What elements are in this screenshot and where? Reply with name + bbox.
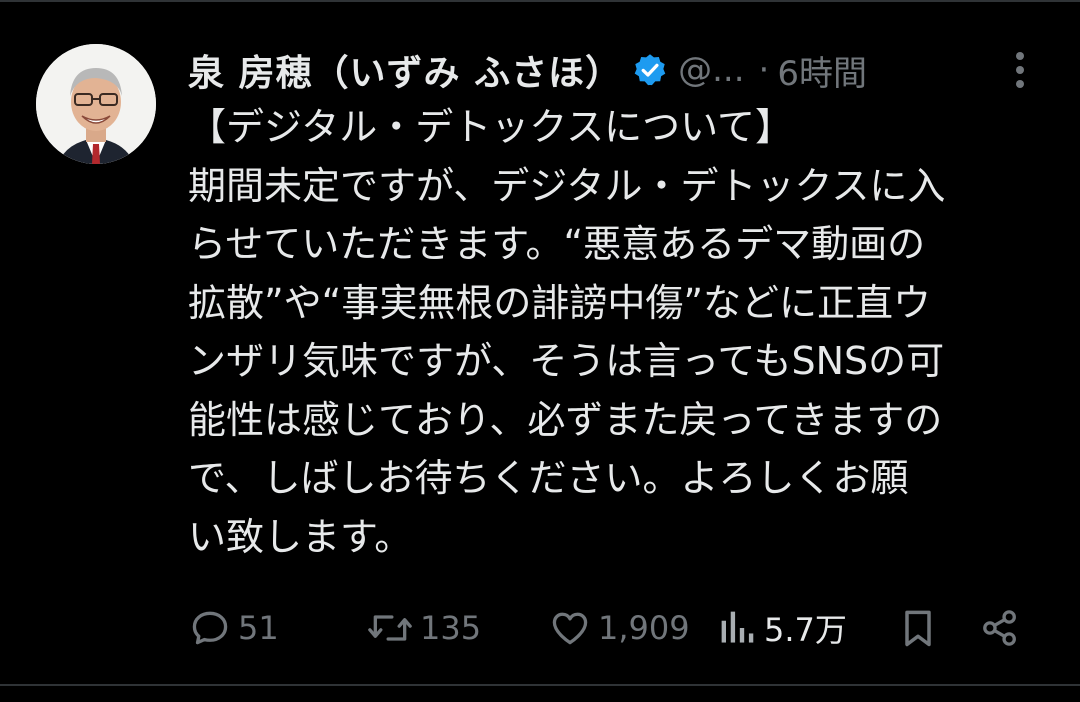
more-vertical-icon xyxy=(1016,52,1024,88)
post-header: 泉 房穂（いずみ ふさほ） @... · 6時間 xyxy=(188,44,1048,96)
avatar-photo xyxy=(36,44,156,164)
comment-icon xyxy=(192,611,228,645)
share-button[interactable] xyxy=(978,600,1022,656)
post-timestamp[interactable]: 6時間 xyxy=(777,46,867,95)
repost-button[interactable]: 135 xyxy=(366,600,481,656)
post-text: 【デジタル・デトックスについて】 期間未定ですが、デジタル・デトックスに入 らせ… xyxy=(188,98,1048,566)
views-button[interactable]: 5.7万 xyxy=(718,600,847,656)
post-text-line: い致します。 xyxy=(188,514,413,559)
view-count: 5.7万 xyxy=(764,611,847,649)
post-actions-bar: 51 135 1,909 5.7万 xyxy=(0,600,1080,656)
like-button[interactable]: 1,909 xyxy=(548,600,690,656)
reply-count: 51 xyxy=(238,609,279,647)
post-text-line: らせていただきます。“悪意あるデマ動画の xyxy=(188,222,926,266)
repost-icon xyxy=(368,615,412,641)
verified-badge-icon xyxy=(632,52,668,88)
author-handle[interactable]: @... xyxy=(678,50,744,90)
post-text-line: 期間未定ですが、デジタル・デトックスに入 xyxy=(188,163,946,208)
heart-icon xyxy=(552,612,588,645)
like-count: 1,909 xyxy=(598,609,690,647)
bottom-divider xyxy=(0,684,1080,686)
repost-count: 135 xyxy=(420,609,482,647)
post-text-line: 能性は感じており、必ずまた戻ってきますの xyxy=(188,397,943,442)
post-text-line: ンザリ気味ですが、そうは言ってもSNSの可 xyxy=(188,339,945,383)
bookmark-button[interactable] xyxy=(896,600,940,656)
author-display-name[interactable]: 泉 房穂（いずみ ふさほ） xyxy=(188,44,622,96)
bar-chart-icon xyxy=(721,611,754,643)
share-icon xyxy=(983,610,1016,646)
post-text-line: 拡散”や“事実無根の誹謗中傷”などに正直ウ xyxy=(188,280,932,325)
bookmark-icon xyxy=(905,610,931,647)
time-separator: · xyxy=(758,50,770,90)
post-text-line: 【デジタル・デトックスについて】 xyxy=(188,105,793,149)
post-text-line: で、しばしお待ちください。よろしくお願 xyxy=(188,456,909,500)
avatar[interactable] xyxy=(36,44,156,164)
top-divider xyxy=(0,0,1080,2)
more-options-button[interactable] xyxy=(1004,48,1036,92)
reply-button[interactable]: 51 xyxy=(188,600,279,656)
